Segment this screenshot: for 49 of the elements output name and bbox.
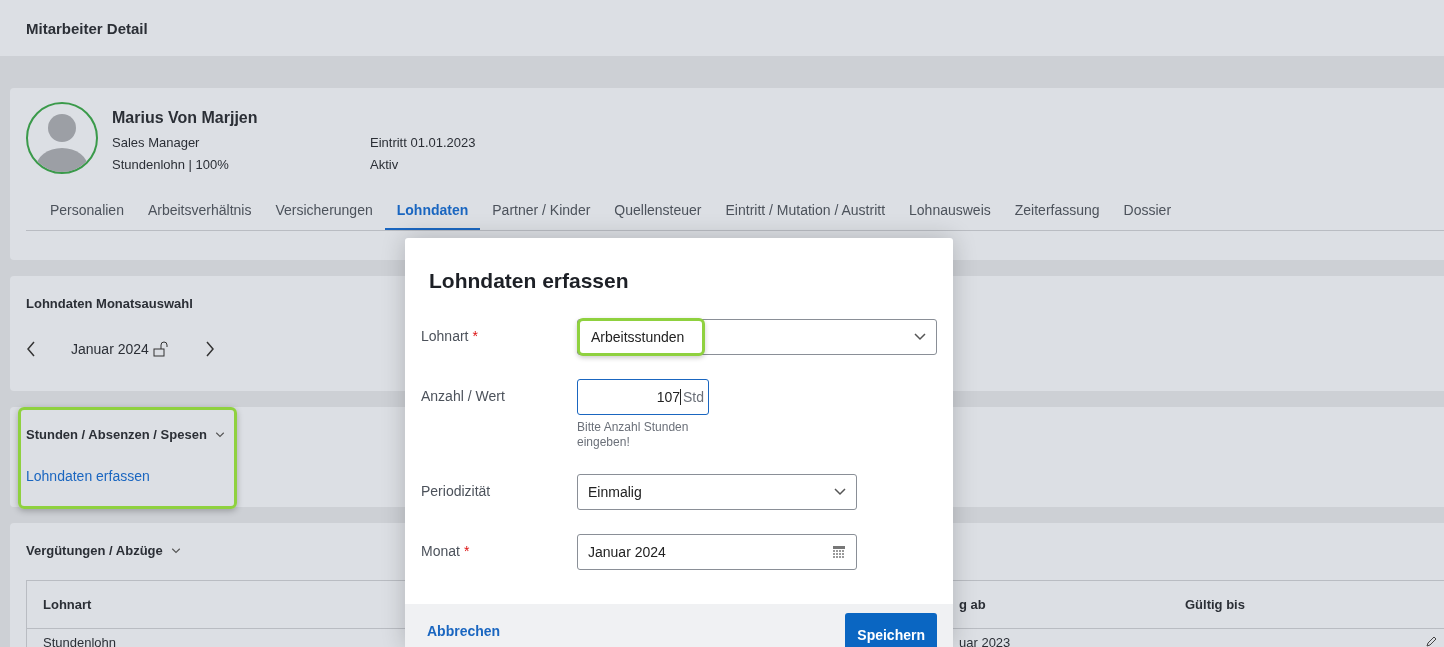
tab[interactable]: Arbeitsverhältnis: [147, 202, 252, 230]
tab[interactable]: Quellensteuer: [614, 202, 702, 230]
tab[interactable]: Versicherungen: [275, 202, 373, 230]
dialog-title: Lohndaten erfassen: [428, 268, 630, 293]
tab[interactable]: Zeiterfassung: [1014, 202, 1100, 230]
dropdown-field[interactable]: Einmalig: [577, 474, 857, 510]
highlighted-value: Arbeitsstunden: [577, 317, 705, 356]
save-button[interactable]: Speichern: [845, 613, 937, 647]
add-payroll-data-link[interactable]: Lohndaten erfassen: [26, 468, 225, 484]
field-label: Lohnart: [421, 328, 469, 346]
section-title: Vergütungen / Abzüge: [26, 543, 163, 558]
field-label: Periodizität: [421, 483, 491, 501]
date-field[interactable]: Januar 2024: [577, 534, 857, 570]
column-header: Gültig bis: [1169, 580, 1359, 629]
previous-month-button[interactable]: [26, 341, 36, 357]
number-input-field[interactable]: 107: [580, 389, 681, 405]
employment-status: Aktiv: [370, 156, 400, 174]
section-title: Lohndaten Monatsauswahl: [26, 296, 194, 311]
chevron-down-icon[interactable]: [214, 431, 225, 438]
tab[interactable]: Dossier: [1123, 202, 1172, 230]
employee-name: Marius Von Marjjen: [112, 109, 259, 128]
tab[interactable]: Lohnausweis: [909, 202, 991, 230]
field-hint: Bitte Anzahl Stunden eingeben!: [577, 420, 690, 450]
dropdown-field[interactable]: Arbeitsstunden: [577, 319, 937, 355]
chevron-down-icon: [834, 488, 846, 496]
page-title: Mitarbeiter Detail: [26, 20, 148, 37]
chevron-down-icon[interactable]: [170, 547, 181, 554]
tab[interactable]: Lohndaten: [384, 202, 481, 230]
pencil-icon[interactable]: [1426, 635, 1438, 647]
tab[interactable]: Partner / Kinder: [492, 202, 591, 230]
next-month-button[interactable]: [204, 341, 215, 357]
chevron-down-icon: [914, 333, 926, 341]
required-mark: *: [472, 328, 478, 346]
field-label: Anzahl / Wert: [421, 388, 505, 406]
required-mark: *: [463, 543, 470, 561]
entry-date: Eintritt 01.01.2023: [370, 135, 476, 153]
section-title: Stunden / Absenzen / Spesen: [26, 427, 207, 442]
wage-info: Stundenlohn | 100%: [112, 156, 230, 174]
tab[interactable]: Eintritt / Mutation / Austritt: [725, 202, 886, 230]
tab[interactable]: Personalien: [50, 202, 124, 230]
avatar-silhouette: [26, 102, 98, 174]
table-cell: Stundenlohn: [43, 635, 116, 647]
calendar-icon: [832, 545, 846, 559]
number-field[interactable]: 107 Std: [577, 379, 709, 415]
unit-label: Std: [682, 389, 704, 405]
table-cell: uar 2023: [959, 635, 1011, 647]
selected-month: Januar 2024: [71, 341, 149, 357]
field-label: Monat: [421, 543, 460, 561]
employee-position: Sales Manager: [112, 135, 201, 153]
